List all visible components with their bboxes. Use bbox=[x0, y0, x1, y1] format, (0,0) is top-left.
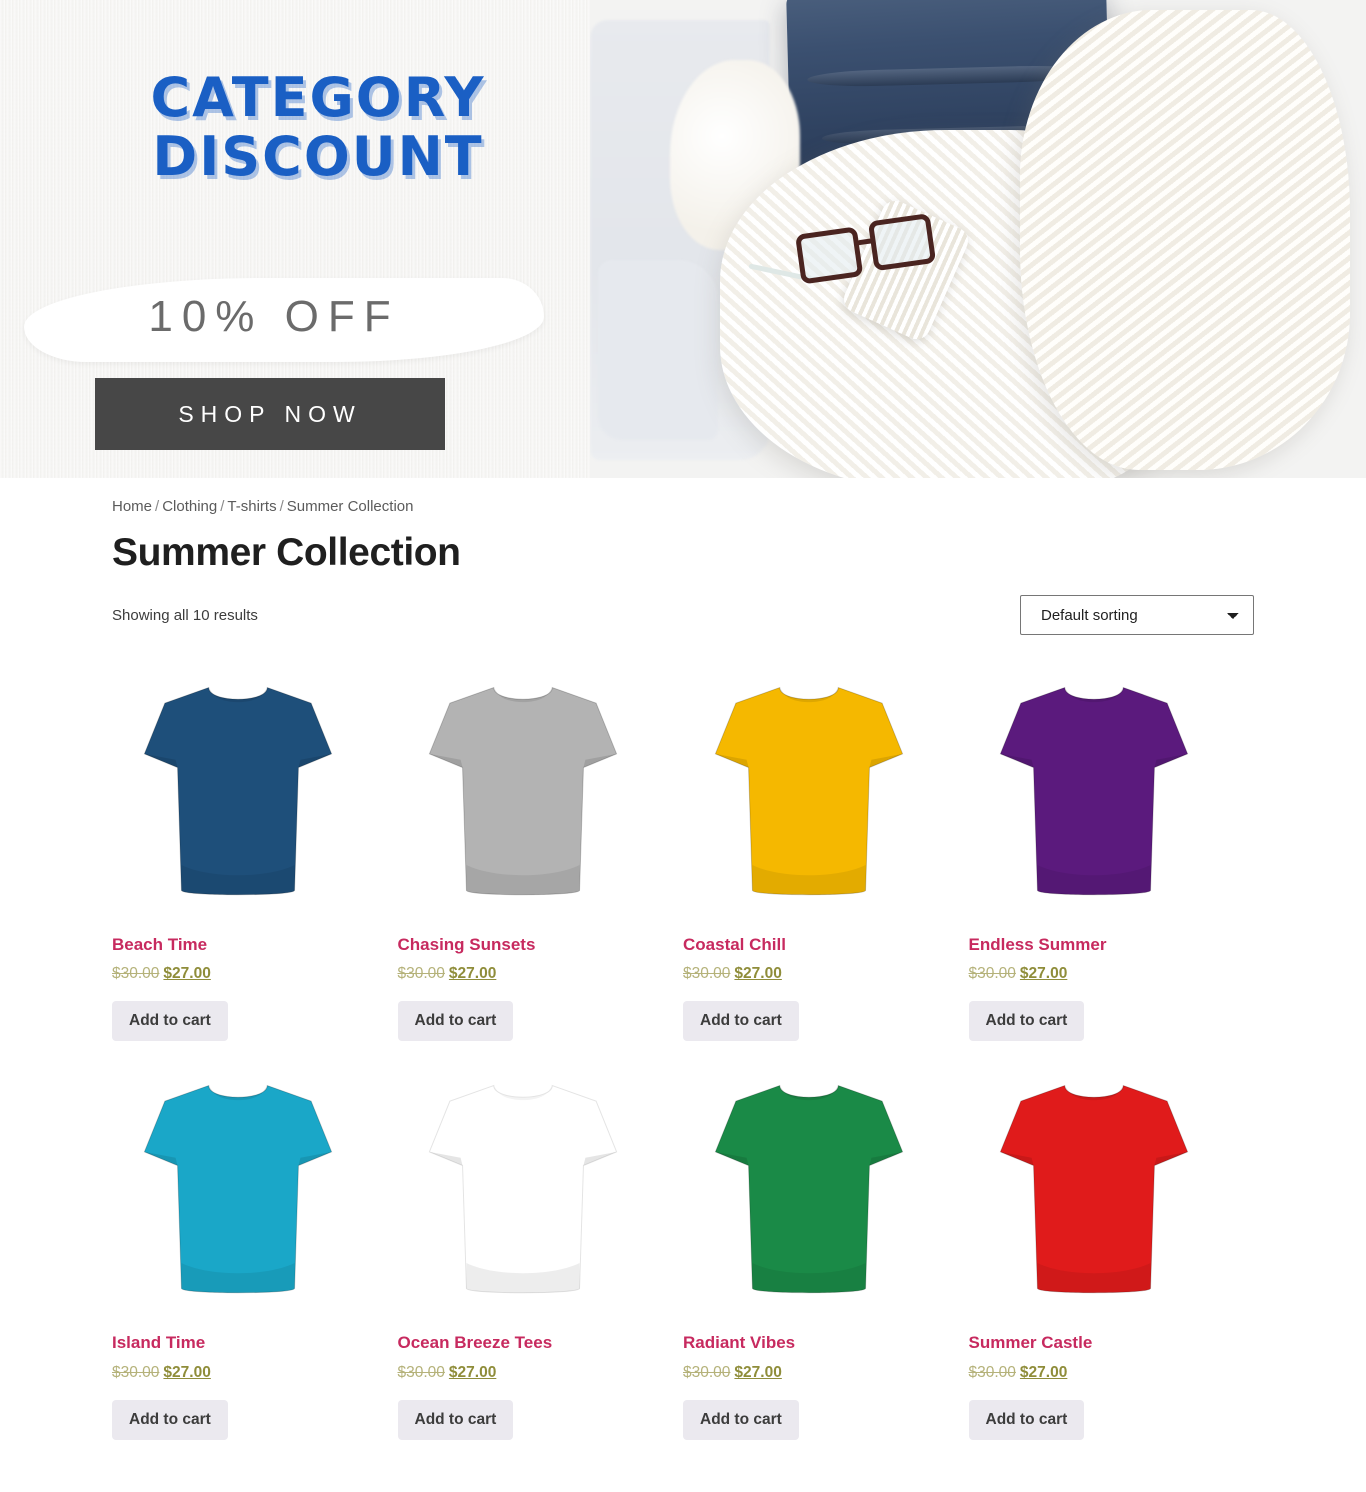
product-image[interactable] bbox=[683, 661, 935, 913]
result-bar: Showing all 10 results Default sortingSo… bbox=[112, 593, 1254, 637]
breadcrumb-item-current: Summer Collection bbox=[286, 498, 414, 515]
product-image[interactable] bbox=[398, 1059, 650, 1311]
tshirt-graphic-beach-sign bbox=[143, 686, 332, 896]
price-original: $30.00 bbox=[397, 965, 445, 983]
product-card: Endless Summer $30.00 $27.00 Add to cart bbox=[968, 661, 1255, 1042]
result-count: Showing all 10 results bbox=[112, 606, 258, 624]
shop-now-button[interactable]: SHOP NOW bbox=[95, 378, 445, 450]
tshirt-graphic-surfing-pineapple bbox=[429, 686, 618, 896]
product-image[interactable] bbox=[112, 1059, 364, 1311]
price-sale: $27.00 bbox=[448, 1363, 497, 1381]
banner-content: CATEGORY DISCOUNT 10% OFF SHOP NOW bbox=[0, 0, 600, 478]
sorting-select[interactable]: Default sortingSort by popularitySort by… bbox=[1020, 595, 1254, 635]
product-card: Beach Time $30.00 $27.00 Add to cart bbox=[112, 661, 398, 1042]
price-sale: $27.00 bbox=[1019, 1363, 1068, 1381]
product-price: $30.00 $27.00 bbox=[683, 1364, 935, 1382]
price-original: $30.00 bbox=[683, 965, 731, 983]
product-price: $30.00 $27.00 bbox=[969, 1364, 1221, 1382]
product-title[interactable]: Chasing Sunsets bbox=[398, 935, 650, 955]
breadcrumb-item-tshirts[interactable]: T-shirts bbox=[227, 498, 276, 515]
product-card: Summer Castle $30.00 $27.00 Add to cart bbox=[968, 1059, 1255, 1440]
add-to-cart-button[interactable]: Add to cart bbox=[112, 1399, 228, 1440]
tshirt-graphic-palm-beach bbox=[714, 686, 903, 896]
page-title: Summer Collection bbox=[112, 531, 461, 574]
add-to-cart-button[interactable]: Add to cart bbox=[397, 1001, 514, 1042]
product-card: Coastal Chill $30.00 $27.00 Add to cart bbox=[683, 661, 969, 1042]
price-original: $30.00 bbox=[112, 965, 160, 983]
banner-headline-line1: CATEGORY bbox=[150, 66, 486, 129]
add-to-cart-button[interactable]: Add to cart bbox=[683, 1399, 799, 1440]
tshirt-graphic-beach-umbrella bbox=[714, 1085, 903, 1294]
product-grid: Beach Time $30.00 $27.00 Add to cart Chas… bbox=[112, 661, 1254, 1440]
price-original: $30.00 bbox=[968, 965, 1016, 983]
product-image[interactable] bbox=[969, 661, 1221, 913]
product-price: $30.00 $27.00 bbox=[398, 1364, 650, 1382]
banner-offer-text: 10% OFF bbox=[148, 292, 400, 341]
price-sale: $27.00 bbox=[734, 1363, 782, 1381]
category-discount-banner: CATEGORY DISCOUNT 10% OFF SHOP NOW bbox=[0, 0, 1366, 478]
product-title[interactable]: Endless Summer bbox=[969, 935, 1221, 955]
product-title[interactable]: Island Time bbox=[112, 1333, 364, 1353]
price-sale: $27.00 bbox=[163, 1363, 211, 1381]
breadcrumb-separator: / bbox=[155, 498, 160, 515]
tshirt-graphic-fruit-wave bbox=[429, 1085, 618, 1294]
breadcrumb-separator: / bbox=[279, 498, 284, 515]
product-card: Ocean Breeze Tees $30.00 $27.00 Add to ca… bbox=[397, 1059, 684, 1440]
banner-product-photo bbox=[590, 0, 1366, 478]
price-sale: $27.00 bbox=[448, 965, 497, 983]
breadcrumb: Home / Clothing / T-shirts / Summer Collection bbox=[112, 498, 1366, 515]
add-to-cart-button[interactable]: Add to cart bbox=[112, 1001, 228, 1042]
price-sale: $27.00 bbox=[163, 965, 211, 983]
product-image[interactable] bbox=[969, 1059, 1221, 1311]
tshirt-graphic-summer-word bbox=[1000, 686, 1189, 896]
product-card: Chasing Sunsets $30.00 $27.00 Add to cart bbox=[397, 661, 684, 1042]
product-card: Radiant Vibes $30.00 $27.00 Add to cart bbox=[683, 1059, 969, 1440]
tshirt-graphic-sun-sea bbox=[143, 1085, 332, 1294]
product-price: $30.00 $27.00 bbox=[398, 965, 650, 983]
product-title[interactable]: Coastal Chill bbox=[683, 935, 935, 955]
product-price: $30.00 $27.00 bbox=[112, 965, 364, 983]
breadcrumb-separator: / bbox=[220, 498, 225, 515]
product-price: $30.00 $27.00 bbox=[683, 965, 935, 983]
tshirt-graphic-sandcastle bbox=[1000, 1085, 1189, 1294]
price-original: $30.00 bbox=[683, 1363, 731, 1381]
knit-sweater-secondary-graphic bbox=[1020, 10, 1350, 470]
breadcrumb-item-clothing[interactable]: Clothing bbox=[162, 498, 217, 515]
product-title[interactable]: Beach Time bbox=[112, 935, 364, 955]
catalog-page: Home / Clothing / T-shirts / Summer Collection… bbox=[0, 498, 1366, 1440]
price-sale: $27.00 bbox=[734, 965, 782, 983]
product-title[interactable]: Radiant Vibes bbox=[683, 1333, 935, 1353]
product-title[interactable]: Summer Castle bbox=[969, 1333, 1221, 1353]
breadcrumb-item-home[interactable]: Home bbox=[112, 498, 152, 515]
product-image[interactable] bbox=[112, 661, 364, 913]
product-title[interactable]: Ocean Breeze Tees bbox=[398, 1333, 650, 1353]
banner-headline: CATEGORY DISCOUNT bbox=[108, 71, 528, 188]
add-to-cart-button[interactable]: Add to cart bbox=[683, 1001, 799, 1042]
add-to-cart-button[interactable]: Add to cart bbox=[968, 1399, 1085, 1440]
add-to-cart-button[interactable]: Add to cart bbox=[397, 1399, 514, 1440]
product-card: Island Time $30.00 $27.00 Add to cart bbox=[112, 1059, 398, 1440]
price-original: $30.00 bbox=[397, 1363, 445, 1381]
price-original: $30.00 bbox=[968, 1363, 1016, 1381]
price-sale: $27.00 bbox=[1019, 965, 1068, 983]
product-price: $30.00 $27.00 bbox=[112, 1364, 364, 1382]
banner-headline-line2: DISCOUNT bbox=[152, 124, 484, 188]
price-original: $30.00 bbox=[112, 1363, 160, 1381]
product-image[interactable] bbox=[398, 661, 650, 913]
product-price: $30.00 $27.00 bbox=[969, 965, 1221, 983]
photo-paint-swatch-secondary bbox=[598, 260, 718, 440]
add-to-cart-button[interactable]: Add to cart bbox=[968, 1001, 1085, 1042]
product-image[interactable] bbox=[683, 1059, 935, 1311]
